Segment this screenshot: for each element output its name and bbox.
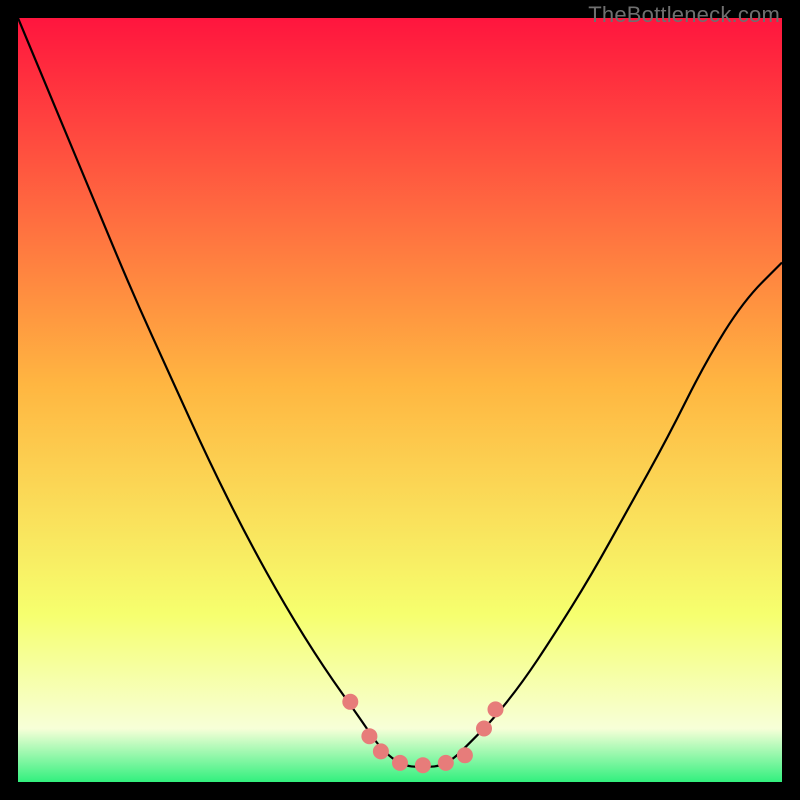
curve-marker <box>361 728 377 744</box>
watermark-text: TheBottleneck.com <box>588 2 780 28</box>
curve-marker <box>373 743 389 759</box>
curve-marker <box>488 701 504 717</box>
curve-marker <box>342 694 358 710</box>
curve-marker <box>392 755 408 771</box>
curve-marker <box>415 757 431 773</box>
curve-marker <box>476 721 492 737</box>
curve-marker <box>438 755 454 771</box>
plot-svg <box>18 18 782 782</box>
curve-marker <box>457 747 473 763</box>
gradient-background <box>18 18 782 782</box>
plot-area <box>18 18 782 782</box>
chart-frame: TheBottleneck.com <box>0 0 800 800</box>
